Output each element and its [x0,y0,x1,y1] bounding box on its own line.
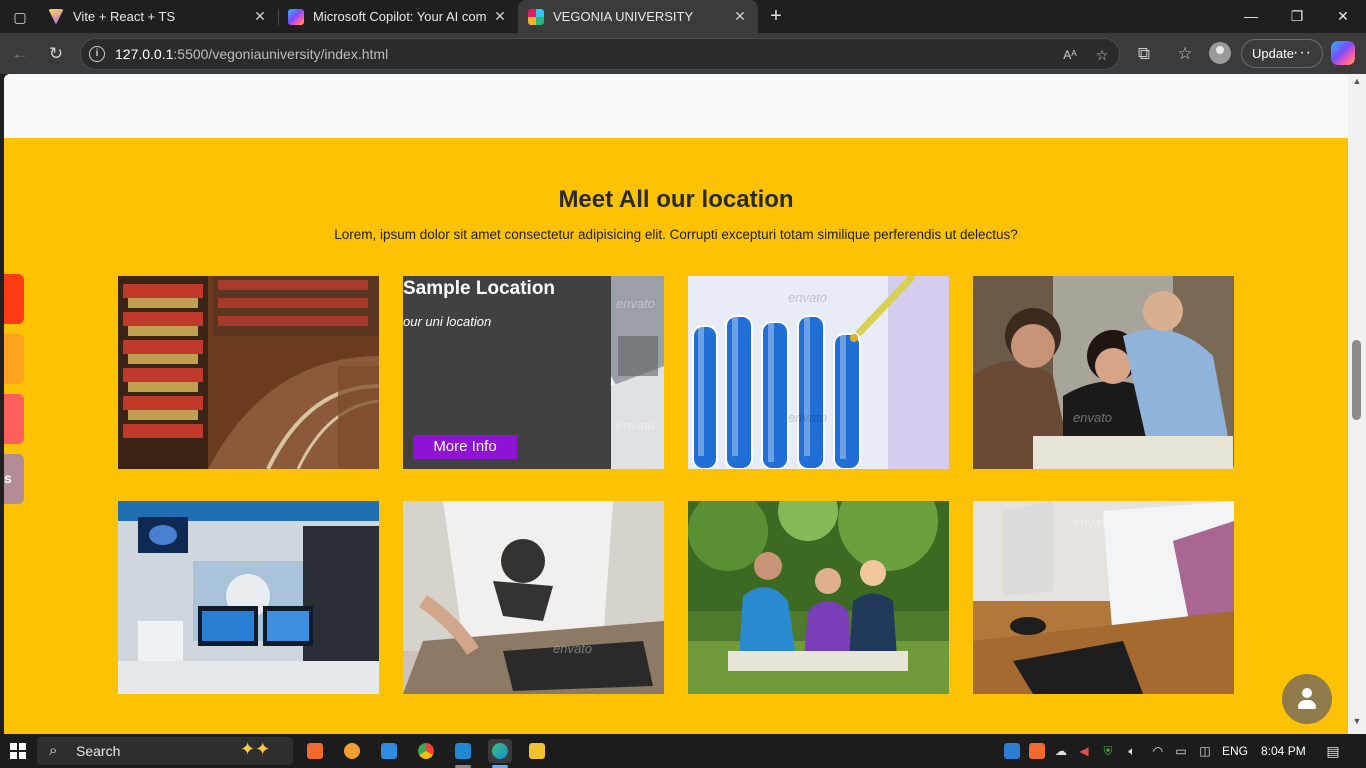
scroll-down-icon[interactable]: ▼ [1348,714,1366,728]
refresh-icon[interactable]: ↻ [42,40,70,68]
plus-icon[interactable]: + [763,4,789,30]
gallery-card-computer-lab[interactable]: envato [973,501,1234,694]
cloud-sync-icon[interactable]: ☁ [1053,743,1069,759]
xampp-tray-icon[interactable] [1029,743,1045,759]
students-on-grass-image [688,501,949,694]
page-viewport: Meet All our location Lorem, ipsum dolor… [4,74,1348,734]
favorite-star-icon[interactable]: ☆ [1091,44,1113,66]
profile-avatar-icon[interactable] [1209,42,1231,64]
user-chat-icon[interactable] [1282,674,1332,724]
read-aloud-icon[interactable]: Aᴬ [1059,44,1081,66]
gallery-card-students[interactable]: envato [973,276,1234,469]
top-strip [4,74,1348,138]
speaker-muted-icon[interactable]: ◀ [1076,743,1092,759]
volume-icon[interactable]: 🔈︎ [1124,743,1140,759]
wifi-icon[interactable]: ◠ [1150,743,1166,759]
restore-icon[interactable]: ❐ [1274,0,1320,33]
gallery-card-drawing[interactable]: envato [403,501,664,694]
locations-section: Meet All our location Lorem, ipsum dolor… [4,138,1348,734]
tab-title: VEGONIA UNIVERSITY [553,9,694,24]
location-overlay: Sample Location our uni location More In… [403,276,611,469]
search-label: Search [76,743,121,759]
library-image [118,276,379,469]
close-window-icon[interactable]: ✕ [1320,0,1366,33]
watermark: envato [1073,515,1113,530]
update-button[interactable]: Update ··· [1241,39,1323,68]
medical-imaging-room-image [118,501,379,694]
favorites-icon[interactable]: ☆ [1171,40,1199,68]
copilot-icon[interactable] [1331,41,1355,65]
gallery-card-sample-location[interactable]: envato envato Sample Location our uni lo… [403,276,664,469]
slack-favicon-icon [528,8,544,25]
scroll-thumb[interactable] [1352,340,1361,420]
remote-desktop-icon[interactable] [377,739,401,763]
side-tab-2[interactable] [4,334,24,384]
search-icon: ⌕ [49,742,58,759]
address-toolbar: ← ↻ i 127.0.0.1:5500/vegoniauniversity/i… [0,33,1366,74]
address-bar[interactable]: i 127.0.0.1:5500/vegoniauniversity/index… [80,38,1120,70]
side-tab-4[interactable]: s [4,454,24,504]
gallery-card-test-tubes[interactable]: envato envato [688,276,949,469]
chrome-icon[interactable] [414,739,438,763]
overlay-title: Sample Location [403,278,556,299]
watermark: envato [788,410,828,425]
xampp-icon[interactable] [303,739,327,763]
tab-title: Vite + React + TS [73,9,176,24]
pets-app-icon[interactable] [340,739,364,763]
watermark: envato [553,641,593,656]
file-explorer-icon[interactable] [525,739,549,763]
windows-taskbar: ⌕ Search ✦✦ ☁ ◀ ⛨ 🔈︎ ◠ ▭ ◫ ENG 8:04 PM ▤ [0,734,1366,768]
students-studying-image [973,276,1234,469]
student-drawing-image [403,501,664,694]
clock[interactable]: 8:04 PM [1261,744,1306,758]
extensions-icon[interactable]: ⧉ [1130,40,1158,68]
tab-strip: ▢ Vite + React + TS ✕ Microsoft Copilot:… [0,0,1366,33]
display-icon[interactable]: ◫ [1197,743,1213,759]
gallery-card-students-grass[interactable] [688,501,949,694]
tab-actions-icon[interactable]: ▢ [8,6,32,28]
close-icon[interactable]: ✕ [492,8,508,25]
tab-copilot[interactable]: Microsoft Copilot: Your AI compa ✕ [278,0,518,33]
gallery-card-library[interactable] [118,276,379,469]
tab-title: Microsoft Copilot: Your AI compa [313,9,486,24]
watermark: envato [616,296,656,311]
taskbar-search[interactable]: ⌕ Search ✦✦ [37,737,293,765]
security-shield-icon[interactable]: ⛨ [1100,743,1116,759]
minimize-icon[interactable]: — [1228,0,1274,33]
tray-app-icon[interactable] [1004,743,1020,759]
tab-vegonia[interactable]: VEGONIA UNIVERSITY ✕ [518,0,758,33]
more-options-icon[interactable]: ··· [1293,44,1312,62]
info-icon[interactable]: i [89,46,105,62]
close-icon[interactable]: ✕ [732,8,748,25]
watermark: envato [616,418,656,433]
battery-icon[interactable]: ▭ [1173,743,1189,759]
windows-start-icon[interactable] [10,743,26,759]
more-info-button[interactable]: More Info [413,435,517,459]
close-icon[interactable]: ✕ [252,8,268,25]
scroll-up-icon[interactable]: ▲ [1348,74,1366,88]
search-highlight-icon: ✦✦ [240,739,271,759]
section-title: Meet All our location [558,186,794,213]
section-subtitle: Lorem, ipsum dolor sit amet consectetur … [334,227,1018,242]
watermark: envato [788,290,828,305]
back-arrow-icon[interactable]: ← [6,40,34,68]
page-scrollbar[interactable]: ▲ ▼ [1348,74,1366,734]
overlay-subtitle: our uni location [403,314,492,329]
gallery-card-medical-room[interactable] [118,501,379,694]
vite-favicon-icon [48,8,64,25]
tab-vite[interactable]: Vite + React + TS ✕ [38,0,278,33]
watermark: envato [1073,410,1113,425]
url-text[interactable]: 127.0.0.1:5500/vegoniauniversity/index.h… [115,46,388,62]
side-tab-3[interactable] [4,394,24,444]
language-indicator[interactable]: ENG [1222,744,1248,758]
copilot-favicon-icon [288,8,304,25]
side-tab-1[interactable] [4,274,24,324]
edge-icon[interactable] [488,739,512,763]
vscode-icon[interactable] [451,739,475,763]
notifications-icon[interactable]: ▤ [1325,743,1341,759]
